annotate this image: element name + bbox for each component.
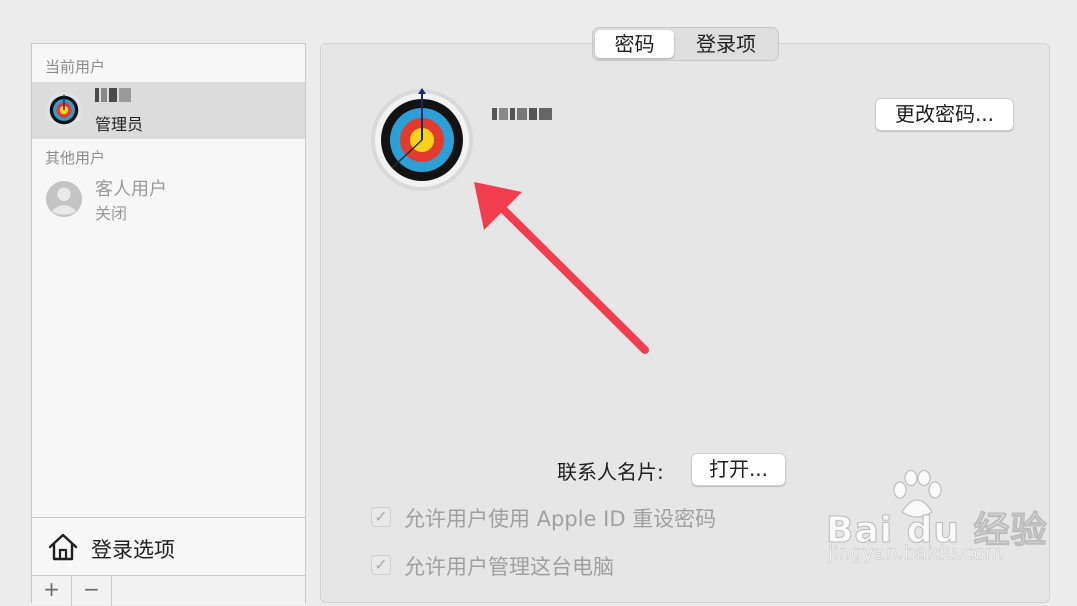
watermark-url: jingyan.baidu.com bbox=[828, 542, 1004, 565]
current-user-role: 管理员 bbox=[95, 115, 144, 134]
tab-bar: 密码 登录项 bbox=[592, 27, 779, 61]
annotation-arrow bbox=[474, 182, 649, 354]
other-users-header: 其他用户 bbox=[45, 149, 106, 167]
sidebar-footer: + − bbox=[32, 575, 305, 606]
contact-card-label: 联系人名片: bbox=[557, 460, 664, 484]
tab-login-items[interactable]: 登录项 bbox=[676, 30, 776, 58]
guest-avatar-icon bbox=[45, 180, 83, 218]
remove-user-button[interactable]: − bbox=[72, 576, 112, 606]
allow-admin-label: 允许用户管理这台电脑 bbox=[404, 555, 614, 579]
house-icon bbox=[48, 533, 78, 561]
user-list-sidebar: 当前用户 管理员 其他用户 客人用户 关闭 登录选项 + − bbox=[31, 43, 306, 606]
user-row-current[interactable]: 管理员 bbox=[32, 82, 305, 139]
current-user-name bbox=[95, 86, 131, 107]
guest-user-status: 关闭 bbox=[95, 204, 128, 223]
user-row-guest[interactable]: 客人用户 关闭 bbox=[32, 171, 305, 228]
open-contact-button[interactable]: 打开... bbox=[691, 453, 786, 486]
target-avatar-icon bbox=[45, 91, 83, 129]
checkmark-icon: ✓ bbox=[371, 507, 391, 527]
tab-password[interactable]: 密码 bbox=[595, 30, 674, 58]
redacted-full-name bbox=[492, 108, 552, 120]
add-user-button[interactable]: + bbox=[32, 576, 72, 606]
user-picture[interactable] bbox=[370, 88, 474, 192]
login-options-row[interactable]: 登录选项 bbox=[32, 517, 305, 575]
redacted-username bbox=[95, 88, 131, 102]
checkmark-icon: ✓ bbox=[371, 555, 391, 575]
login-options-label: 登录选项 bbox=[91, 538, 175, 562]
baidu-watermark: Bai du 经验 jingyan.baidu.com bbox=[826, 470, 1047, 570]
current-users-header: 当前用户 bbox=[45, 58, 106, 76]
change-password-button[interactable]: 更改密码... bbox=[875, 98, 1014, 131]
allow-appleid-reset-label: 允许用户使用 Apple ID 重设密码 bbox=[404, 507, 717, 531]
guest-user-name: 客人用户 bbox=[95, 179, 167, 200]
